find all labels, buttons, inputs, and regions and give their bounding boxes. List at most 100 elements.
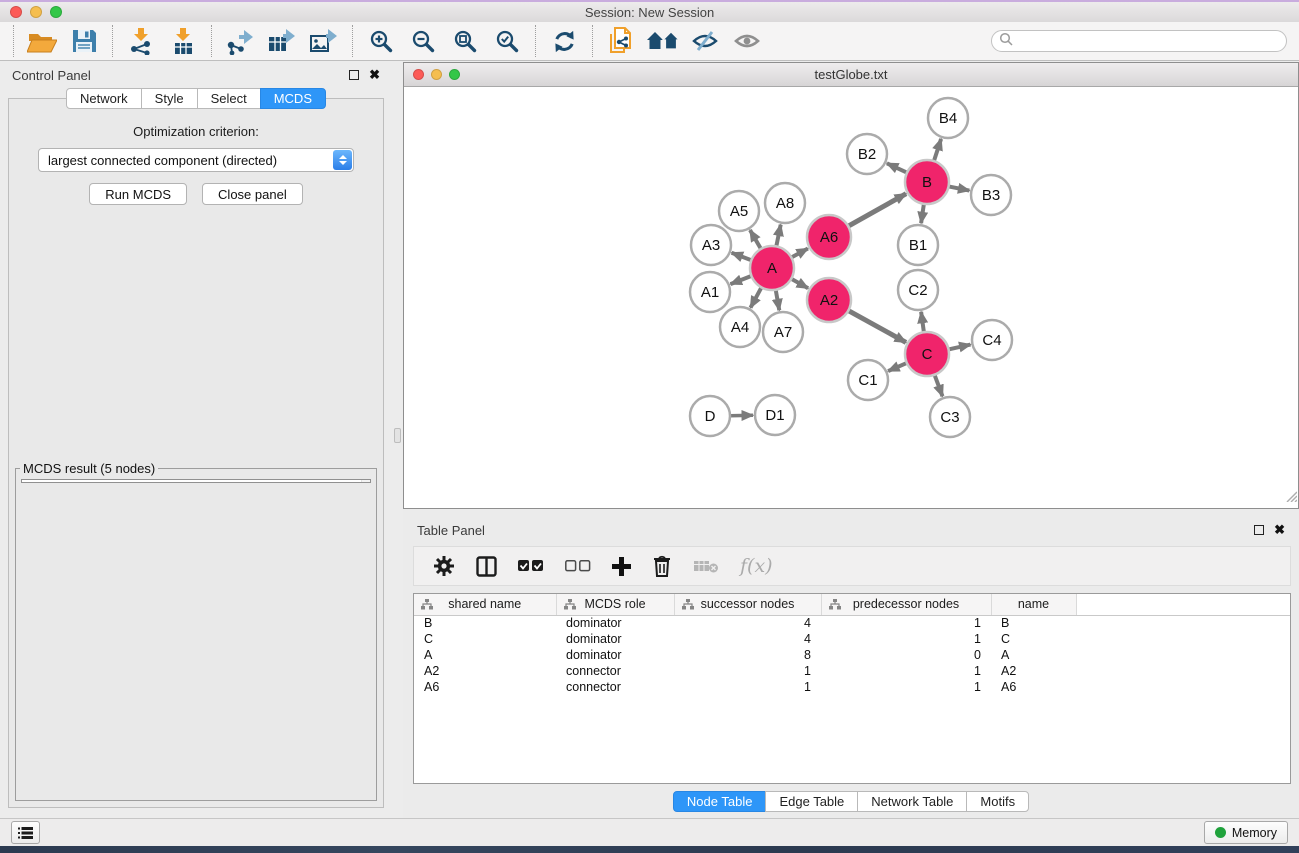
node-table[interactable]: shared nameMCDS rolesuccessor nodesprede… xyxy=(413,593,1291,784)
table-cell[interactable]: connector xyxy=(556,679,674,695)
table-row[interactable]: A6connector11A6 xyxy=(414,679,1290,695)
tab-mcds[interactable]: MCDS xyxy=(260,88,326,109)
mcds-result-item[interactable]: A2 xyxy=(27,482,370,483)
graph-edge-A-A8[interactable] xyxy=(776,225,780,247)
tab-select[interactable]: Select xyxy=(197,88,261,109)
tab-node-table[interactable]: Node Table xyxy=(673,791,767,812)
table-row[interactable]: A2connector11A2 xyxy=(414,663,1290,679)
close-table-panel-icon[interactable]: ✖ xyxy=(1274,525,1285,535)
graph-edge-B-B4[interactable] xyxy=(934,139,941,161)
open-folder-icon[interactable] xyxy=(21,23,63,59)
table-cell[interactable]: B xyxy=(414,615,556,631)
table-cell[interactable]: 1 xyxy=(674,679,821,695)
close-window-button[interactable] xyxy=(10,6,22,18)
graph-edge-C-C4[interactable] xyxy=(949,345,971,350)
table-cell[interactable]: 1 xyxy=(821,615,991,631)
table-cell[interactable]: C xyxy=(991,631,1076,647)
graph-edge-C-C3[interactable] xyxy=(935,375,943,397)
table-cell[interactable]: 0 xyxy=(821,647,991,663)
table-cell[interactable]: A xyxy=(991,647,1076,663)
table-cell[interactable]: connector xyxy=(556,663,674,679)
minimize-window-button[interactable] xyxy=(30,6,42,18)
network-canvas[interactable]: B4B2BB3A5A8A6A3B1AA1C2A2A4A7CC4C1C3DD1 xyxy=(404,87,1298,508)
resize-grip-icon[interactable] xyxy=(1284,489,1297,507)
graph-edge-C-C2[interactable] xyxy=(921,312,924,332)
mcds-result-list[interactable]: A2ABCA6 xyxy=(21,479,371,483)
trash-icon[interactable] xyxy=(652,555,672,577)
column-header-predecessor-nodes[interactable]: predecessor nodes xyxy=(821,594,991,615)
tab-motifs[interactable]: Motifs xyxy=(966,791,1029,812)
graph-edge-C-C1[interactable] xyxy=(888,363,907,371)
run-mcds-button[interactable]: Run MCDS xyxy=(89,183,187,205)
table-cell[interactable]: 8 xyxy=(674,647,821,663)
graph-edge-B-B1[interactable] xyxy=(921,204,924,223)
table-cell[interactable]: A6 xyxy=(414,679,556,695)
refresh-icon[interactable] xyxy=(543,23,585,59)
export-table-icon[interactable] xyxy=(261,23,303,59)
graph-edge-A-A6[interactable] xyxy=(791,249,808,258)
memory-button[interactable]: Memory xyxy=(1204,821,1288,844)
table-cell[interactable]: A6 xyxy=(991,679,1076,695)
graph-edge-A-A4[interactable] xyxy=(751,287,762,307)
column-header-successor-nodes[interactable]: successor nodes xyxy=(674,594,821,615)
graph-edge-A2-C[interactable] xyxy=(848,311,906,343)
export-image-icon[interactable] xyxy=(303,23,345,59)
tab-style[interactable]: Style xyxy=(141,88,198,109)
zoom-out-icon[interactable] xyxy=(402,23,444,59)
close-panel-button[interactable]: Close panel xyxy=(202,183,303,205)
table-cell[interactable]: dominator xyxy=(556,615,674,631)
table-cell[interactable]: 4 xyxy=(674,615,821,631)
tab-edge-table[interactable]: Edge Table xyxy=(765,791,858,812)
zoom-fit-icon[interactable] xyxy=(444,23,486,59)
table-cell[interactable]: 1 xyxy=(674,663,821,679)
table-cell[interactable]: A2 xyxy=(414,663,556,679)
eye-slash-icon[interactable] xyxy=(684,23,726,59)
table-cell[interactable]: dominator xyxy=(556,631,674,647)
graph-edge-A-A7[interactable] xyxy=(776,290,780,311)
splitter-grip[interactable] xyxy=(394,428,401,443)
graph-edge-B-B2[interactable] xyxy=(887,163,907,172)
column-header-name[interactable]: name xyxy=(991,594,1076,615)
columns-icon[interactable] xyxy=(476,556,497,577)
float-panel-icon[interactable] xyxy=(349,70,359,80)
graph-edge-A-A5[interactable] xyxy=(750,230,761,249)
float-table-panel-icon[interactable] xyxy=(1254,525,1264,535)
gear-icon[interactable] xyxy=(433,555,455,577)
search-field[interactable] xyxy=(991,30,1287,52)
task-history-button[interactable] xyxy=(11,821,40,844)
network-window-titlebar[interactable]: testGlobe.txt xyxy=(404,63,1298,87)
zoom-selected-icon[interactable] xyxy=(486,23,528,59)
criterion-select[interactable]: largest connected component (directed) xyxy=(38,148,354,172)
save-icon[interactable] xyxy=(63,23,105,59)
table-cell[interactable]: C xyxy=(414,631,556,647)
zoom-window-button[interactable] xyxy=(50,6,62,18)
graph-edge-A-A2[interactable] xyxy=(791,279,808,289)
scrollbar-track[interactable] xyxy=(361,480,370,482)
table-cell[interactable]: A xyxy=(414,647,556,663)
eye-icon[interactable] xyxy=(726,23,768,59)
graph-edge-B-B3[interactable] xyxy=(949,186,970,190)
search-input[interactable] xyxy=(1017,34,1279,48)
import-network-icon[interactable] xyxy=(120,23,162,59)
import-table-icon[interactable] xyxy=(162,23,204,59)
copy-network-icon[interactable] xyxy=(600,23,642,59)
zoom-view-button[interactable] xyxy=(449,69,460,80)
add-icon[interactable] xyxy=(612,557,631,576)
table-cell[interactable]: B xyxy=(991,615,1076,631)
select-all-icon[interactable] xyxy=(518,560,544,572)
table-row[interactable]: Cdominator41C xyxy=(414,631,1290,647)
table-cell[interactable]: 1 xyxy=(821,663,991,679)
table-row[interactable]: Adominator80A xyxy=(414,647,1290,663)
export-network-icon[interactable] xyxy=(219,23,261,59)
tab-network-table[interactable]: Network Table xyxy=(857,791,967,812)
panel-splitter[interactable] xyxy=(392,62,403,818)
table-cell[interactable]: 4 xyxy=(674,631,821,647)
close-panel-icon[interactable]: ✖ xyxy=(369,70,380,80)
zoom-in-icon[interactable] xyxy=(360,23,402,59)
graph-edge-A-A1[interactable] xyxy=(731,276,752,284)
table-cell[interactable]: dominator xyxy=(556,647,674,663)
graph-edge-A-A3[interactable] xyxy=(732,253,752,260)
column-header-shared-name[interactable]: shared name xyxy=(414,594,556,615)
table-row[interactable]: Bdominator41B xyxy=(414,615,1290,631)
graph-edge-A6-B[interactable] xyxy=(848,194,906,227)
